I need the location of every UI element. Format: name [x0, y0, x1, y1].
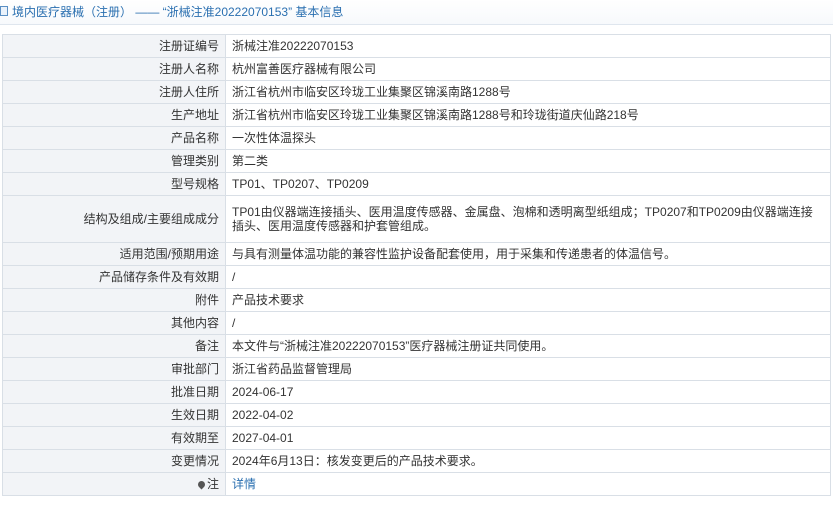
table-row: 注册人名称 杭州富善医疗器械有限公司	[2, 57, 831, 81]
row-value: /	[225, 311, 831, 335]
row-label: 注册人名称	[2, 57, 226, 81]
row-value: 浙械注准20222070153	[225, 34, 831, 58]
row-label: 产品储存条件及有效期	[2, 265, 226, 289]
page-title: 境内医疗器械（注册） —— “浙械注准20222070153” 基本信息	[12, 5, 344, 19]
table-row: 生产地址 浙江省杭州市临安区玲珑工业集聚区锦溪南路1288号和玲珑街道庆仙路21…	[2, 103, 831, 127]
row-label: 附件	[2, 288, 226, 312]
row-label: 其他内容	[2, 311, 226, 335]
table-row: 生效日期 2022-04-02	[2, 403, 831, 427]
table-row: 有效期至 2027-04-01	[2, 426, 831, 450]
pin-icon	[196, 479, 207, 490]
footer-label-cell: 注	[2, 472, 226, 496]
row-label: 适用范围/预期用途	[2, 242, 226, 266]
row-label: 生产地址	[2, 103, 226, 127]
table-row: 附件 产品技术要求	[2, 288, 831, 312]
row-label: 注册证编号	[2, 34, 226, 58]
document-icon	[0, 6, 8, 16]
row-value: TP01由仪器端连接插头、医用温度传感器、金属盘、泡棉和透明离型纸组成；TP02…	[225, 195, 831, 243]
table-row: 其他内容 /	[2, 311, 831, 335]
details-link[interactable]: 详情	[232, 477, 256, 491]
row-value: 2022-04-02	[225, 403, 831, 427]
table-row: 产品储存条件及有效期 /	[2, 265, 831, 289]
table-row: 结构及组成/主要组成成分 TP01由仪器端连接插头、医用温度传感器、金属盘、泡棉…	[2, 195, 831, 243]
row-value: 2027-04-01	[225, 426, 831, 450]
row-value: 第二类	[225, 149, 831, 173]
row-label: 变更情况	[2, 449, 226, 473]
row-value: 浙江省杭州市临安区玲珑工业集聚区锦溪南路1288号	[225, 80, 831, 104]
table-row: 备注 本文件与“浙械注准20222070153”医疗器械注册证共同使用。	[2, 334, 831, 358]
row-label: 生效日期	[2, 403, 226, 427]
table-row: 变更情况 2024年6月13日：核发变更后的产品技术要求。	[2, 449, 831, 473]
row-value: 本文件与“浙械注准20222070153”医疗器械注册证共同使用。	[225, 334, 831, 358]
table-row: 批准日期 2024-06-17	[2, 380, 831, 404]
table-row: 注册证编号 浙械注准20222070153	[2, 34, 831, 58]
table-row: 型号规格 TP01、TP0207、TP0209	[2, 172, 831, 196]
row-label: 产品名称	[2, 126, 226, 150]
row-value: 产品技术要求	[225, 288, 831, 312]
row-value: 杭州富善医疗器械有限公司	[225, 57, 831, 81]
page-header: 境内医疗器械（注册） —— “浙械注准20222070153” 基本信息	[0, 0, 833, 25]
row-value: 2024年6月13日：核发变更后的产品技术要求。	[225, 449, 831, 473]
table-row: 注册人住所 浙江省杭州市临安区玲珑工业集聚区锦溪南路1288号	[2, 80, 831, 104]
row-value: 与具有测量体温功能的兼容性监护设备配套使用，用于采集和传递患者的体温信号。	[225, 242, 831, 266]
table-row: 产品名称 一次性体温探头	[2, 126, 831, 150]
row-label: 有效期至	[2, 426, 226, 450]
table-row: 管理类别 第二类	[2, 149, 831, 173]
row-label: 批准日期	[2, 380, 226, 404]
row-label: 备注	[2, 334, 226, 358]
row-value: /	[225, 265, 831, 289]
row-label: 审批部门	[2, 357, 226, 381]
row-value: 浙江省药品监督管理局	[225, 357, 831, 381]
row-value: 一次性体温探头	[225, 126, 831, 150]
row-value: 浙江省杭州市临安区玲珑工业集聚区锦溪南路1288号和玲珑街道庆仙路218号	[225, 103, 831, 127]
table-row: 适用范围/预期用途 与具有测量体温功能的兼容性监护设备配套使用，用于采集和传递患…	[2, 242, 831, 266]
row-label: 结构及组成/主要组成成分	[2, 195, 226, 243]
info-table: 注册证编号 浙械注准20222070153 注册人名称 杭州富善医疗器械有限公司…	[2, 34, 831, 496]
row-label: 注册人住所	[2, 80, 226, 104]
row-label: 管理类别	[2, 149, 226, 173]
footer-value-cell: 详情	[225, 472, 831, 496]
footer-label: 注	[206, 477, 219, 491]
row-label: 型号规格	[2, 172, 226, 196]
row-value: TP01、TP0207、TP0209	[225, 172, 831, 196]
row-value: 2024-06-17	[225, 380, 831, 404]
table-row: 注 详情	[2, 472, 831, 496]
table-row: 审批部门 浙江省药品监督管理局	[2, 357, 831, 381]
